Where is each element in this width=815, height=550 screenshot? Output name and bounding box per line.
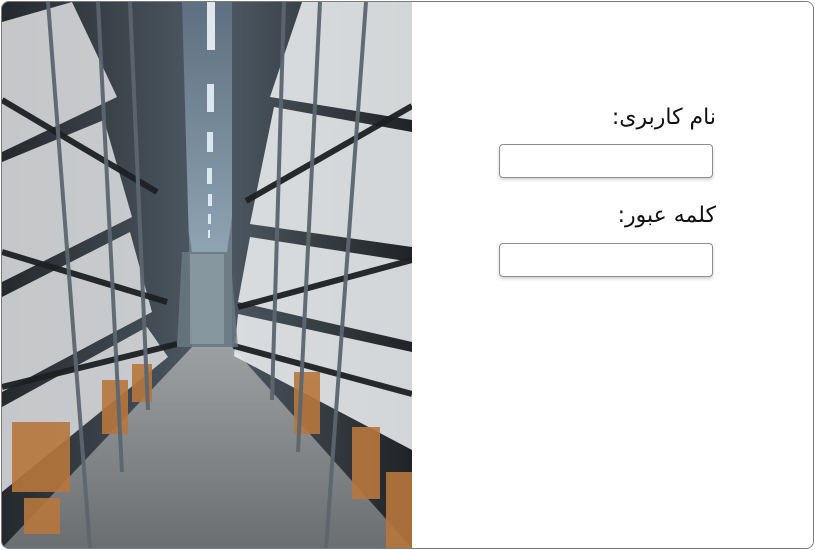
login-window: نام کاربری: کلمه عبور: xyxy=(1,1,814,549)
password-input[interactable] xyxy=(499,243,713,277)
warehouse-aisle-image xyxy=(2,2,412,548)
login-form-panel: نام کاربری: کلمه عبور: xyxy=(412,2,813,548)
username-label: نام کاربری: xyxy=(611,105,716,130)
username-input[interactable] xyxy=(499,144,713,178)
password-label: کلمه عبور: xyxy=(617,203,716,228)
warehouse-photo xyxy=(2,2,412,548)
